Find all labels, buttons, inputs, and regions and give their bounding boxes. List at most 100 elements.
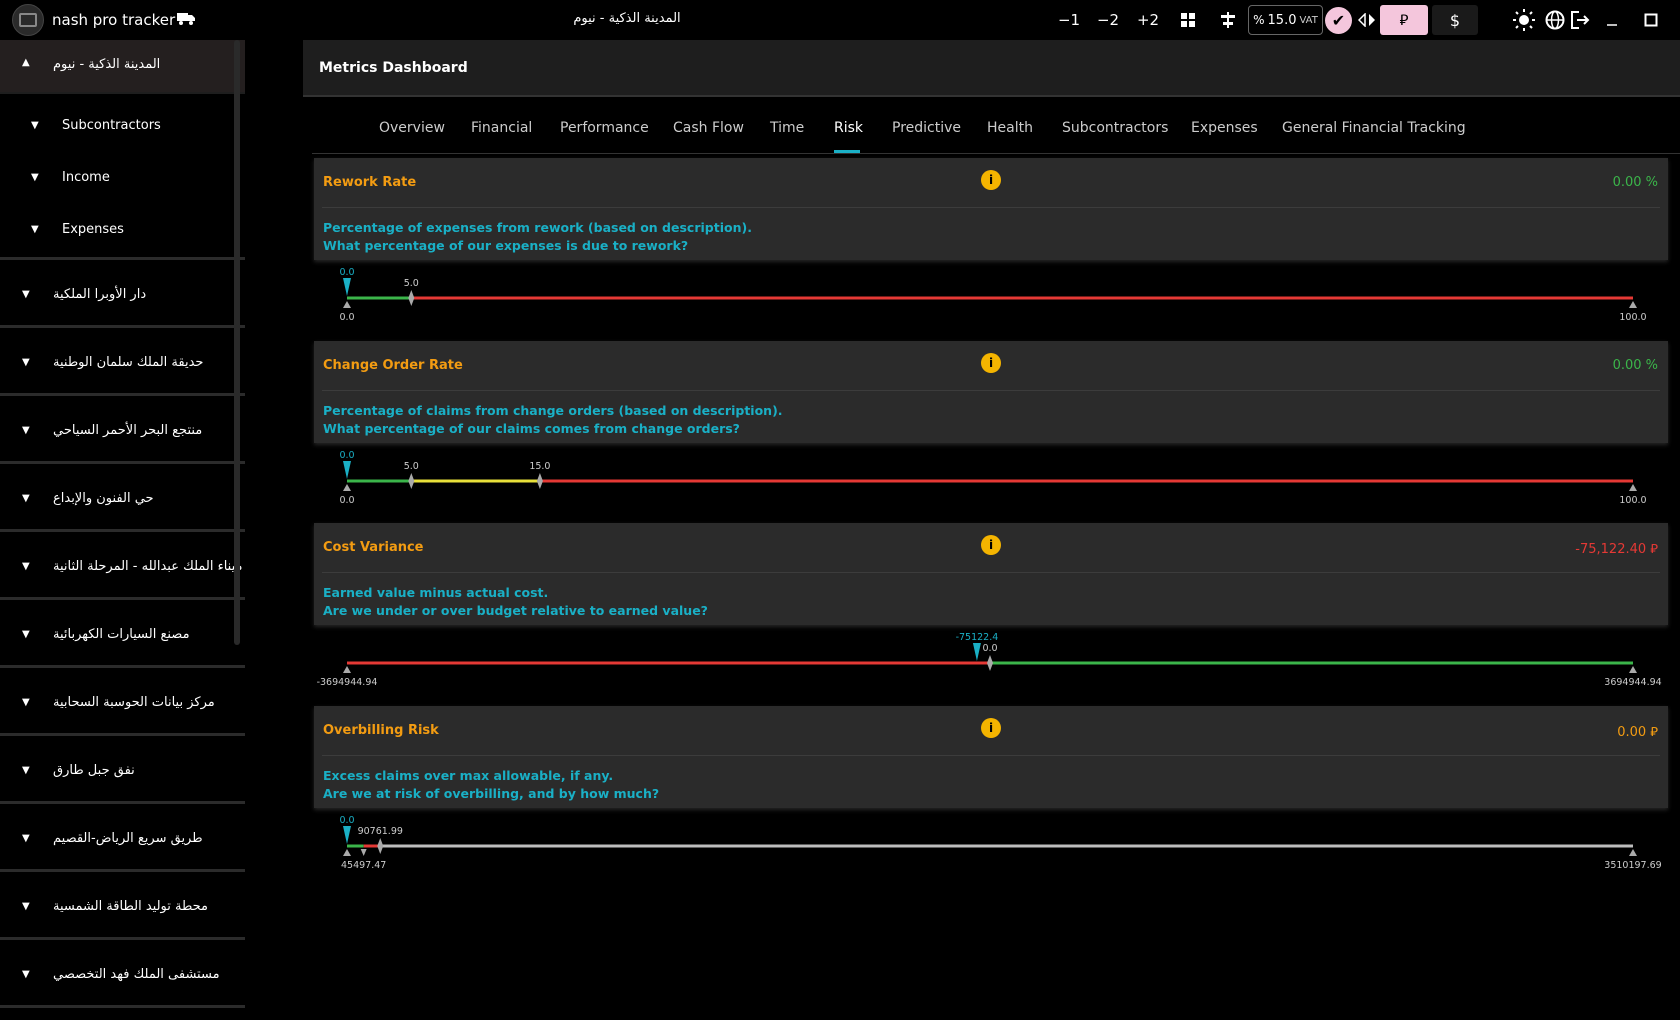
minus1-button[interactable]: −1 xyxy=(1058,8,1080,32)
gauge-current-marker xyxy=(972,643,981,661)
minus2-button[interactable]: −2 xyxy=(1097,8,1119,32)
vat-input[interactable]: % 15.0 VAT xyxy=(1248,5,1323,35)
sidebar-item-project[interactable]: ▼ ميناء الملك عبدالله - المرحلة الثانية xyxy=(0,556,245,576)
check-icon[interactable]: ✔ xyxy=(1325,7,1352,34)
divider xyxy=(0,257,245,260)
tab-predictive[interactable]: Predictive xyxy=(892,120,961,136)
metric-description: Percentage of claims from change orders … xyxy=(323,402,783,438)
metric-description-question: What percentage of our expenses is due t… xyxy=(323,238,689,253)
sidebar-item-label: محطة توليد الطاقة الشمسية xyxy=(53,898,208,914)
swap-icon[interactable] xyxy=(1357,8,1377,32)
sidebar-item-project[interactable]: ▼ محطة توليد الطاقة الشمسية xyxy=(0,896,245,916)
tab-cash-flow[interactable]: Cash Flow xyxy=(673,120,744,136)
sidebar-item-project[interactable]: ▼ مصنع السيارات الكهربائية xyxy=(0,624,245,644)
gauge-cost-variance: -3694944.94 3694944.94 0.0 -75122.4 xyxy=(314,629,1668,691)
sidebar-item-project[interactable]: ▼ طريق سريع الرياض-القصيم xyxy=(0,828,245,848)
chevron-down-icon: ▼ xyxy=(22,968,30,980)
gauge-current-marker xyxy=(343,826,351,844)
chevron-down-icon: ▼ xyxy=(22,696,30,708)
title-bar: nash pro tracker المدينة الذكية - نيوم −… xyxy=(0,0,1680,40)
chevron-down-icon: ▼ xyxy=(22,560,30,572)
maximize-icon[interactable] xyxy=(1641,8,1661,32)
currency-sar-button[interactable]: ⃁ xyxy=(1380,5,1428,35)
sidebar-item-project[interactable]: ▼ حي الفنون والإبداع xyxy=(0,488,245,508)
metric-value: 0.00 % xyxy=(1612,358,1658,373)
minimize-icon[interactable] xyxy=(1602,8,1622,32)
metric-description: Percentage of expenses from rework (base… xyxy=(323,219,752,255)
metric-description-line: Percentage of expenses from rework (base… xyxy=(323,220,752,235)
info-icon[interactable]: i xyxy=(981,170,1001,190)
tab-risk[interactable]: Risk xyxy=(834,120,863,136)
sidebar-subitem-expenses[interactable]: ▼ Expenses xyxy=(0,219,245,239)
page-title: Metrics Dashboard xyxy=(319,60,468,76)
chevron-down-icon: ▼ xyxy=(22,900,30,912)
metric-card-cost-variance: Cost Variance i -75,122.40 ⃁ Earned valu… xyxy=(314,523,1668,625)
chevron-down-icon: ▼ xyxy=(22,424,30,436)
gauge-end-marker xyxy=(1629,484,1637,491)
divider xyxy=(0,92,245,94)
compare-icon[interactable] xyxy=(1217,8,1239,32)
sidebar-item-project[interactable]: ▼ حديقة الملك سلمان الوطنية xyxy=(0,352,245,372)
tab-performance[interactable]: Performance xyxy=(560,120,649,136)
divider xyxy=(0,665,245,668)
gauge-min-label: 0.0 xyxy=(339,312,354,323)
sidebar-item-label: المدينة الذكية - نيوم xyxy=(53,57,161,72)
sidebar-item-label: منتجع البحر الأحمر السياحي xyxy=(53,422,203,438)
chevron-down-icon: ▼ xyxy=(22,628,30,640)
gauge-end-marker xyxy=(343,666,351,673)
grid-icon[interactable] xyxy=(1177,8,1199,32)
sidebar-scrollbar[interactable] xyxy=(234,40,240,645)
chevron-down-icon: ▼ xyxy=(22,492,30,504)
sidebar-subitem-income[interactable]: ▼ Income xyxy=(0,167,245,187)
sidebar-item-project[interactable]: ▼ مستشفى الملك فهد التخصصي xyxy=(0,964,245,984)
gauge-min-label: 0.0 xyxy=(339,495,354,506)
sidebar-subitem-subcontractors[interactable]: ▼ Subcontractors xyxy=(0,115,245,135)
tab-health[interactable]: Health xyxy=(987,120,1033,136)
gauge-threshold-marker xyxy=(408,473,415,489)
gauge-rework-rate: 0.0 100.0 5.0 0.0 xyxy=(314,264,1668,326)
metric-card-change-order-rate: Change Order Rate i 0.00 % Percentage of… xyxy=(314,341,1668,443)
tab-expenses[interactable]: Expenses xyxy=(1191,120,1258,136)
metric-value: 0.00 ⃁ xyxy=(1617,725,1658,740)
logout-icon[interactable] xyxy=(1568,8,1592,32)
metric-description-question: What percentage of our claims comes from… xyxy=(323,421,740,436)
info-icon[interactable]: i xyxy=(981,718,1001,738)
metric-description-question: Are we at risk of overbilling, and by ho… xyxy=(323,786,660,801)
tab-overview[interactable]: Overview xyxy=(379,120,445,136)
gauge-change-order-rate: 0.0 100.0 5.0 15.0 0.0 xyxy=(314,447,1668,509)
divider xyxy=(0,393,245,396)
chevron-down-icon: ▼ xyxy=(31,119,39,131)
project-sidebar: ▲ المدينة الذكية - نيوم ▼ Subcontractors… xyxy=(0,40,245,1020)
info-icon[interactable]: i xyxy=(981,353,1001,373)
plus2-button[interactable]: +2 xyxy=(1136,8,1160,32)
divider xyxy=(0,597,245,600)
gauge-current-label: 0.0 xyxy=(339,267,354,278)
divider xyxy=(0,733,245,736)
globe-icon[interactable] xyxy=(1544,8,1566,32)
gauge-threshold-label: 5.0 xyxy=(404,278,419,289)
gauge-threshold-label: 5.0 xyxy=(404,461,419,472)
divider xyxy=(0,801,245,804)
info-icon[interactable]: i xyxy=(981,535,1001,555)
gauge-threshold-label: 0.0 xyxy=(982,643,997,654)
sidebar-item-active-project[interactable]: ▲ المدينة الذكية - نيوم xyxy=(0,40,245,92)
dashboard-header: Metrics Dashboard xyxy=(303,40,1680,97)
tab-time[interactable]: Time xyxy=(770,120,804,136)
sidebar-item-project[interactable]: ▼ مركز بيانات الحوسبة السحابية xyxy=(0,692,245,712)
active-tab-indicator xyxy=(834,150,860,153)
vat-value: 15.0 xyxy=(1267,12,1297,28)
gauge-threshold-label: 15.0 xyxy=(529,461,550,472)
sidebar-item-label: مصنع السيارات الكهربائية xyxy=(53,626,190,642)
currency-usd-button[interactable]: $ xyxy=(1432,5,1478,35)
gauge-threshold-label: 45497.47 xyxy=(341,860,386,871)
tab-financial[interactable]: Financial xyxy=(471,120,532,136)
tab-general-financial-tracking[interactable]: General Financial Tracking xyxy=(1282,120,1466,136)
sidebar-item-project[interactable]: ▼ منتجع البحر الأحمر السياحي xyxy=(0,420,245,440)
metric-card-rework-rate: Rework Rate i 0.00 % Percentage of expen… xyxy=(314,158,1668,260)
sidebar-item-project[interactable]: ▼ نفق جبل طارق xyxy=(0,760,245,780)
chevron-down-icon: ▼ xyxy=(22,288,30,300)
sidebar-item-project[interactable]: ▼ دار الأوبرا الملكية xyxy=(0,284,245,304)
sun-icon[interactable] xyxy=(1512,8,1536,32)
tab-subcontractors[interactable]: Subcontractors xyxy=(1062,120,1168,136)
gauge-current-label: 0.0 xyxy=(339,450,354,461)
